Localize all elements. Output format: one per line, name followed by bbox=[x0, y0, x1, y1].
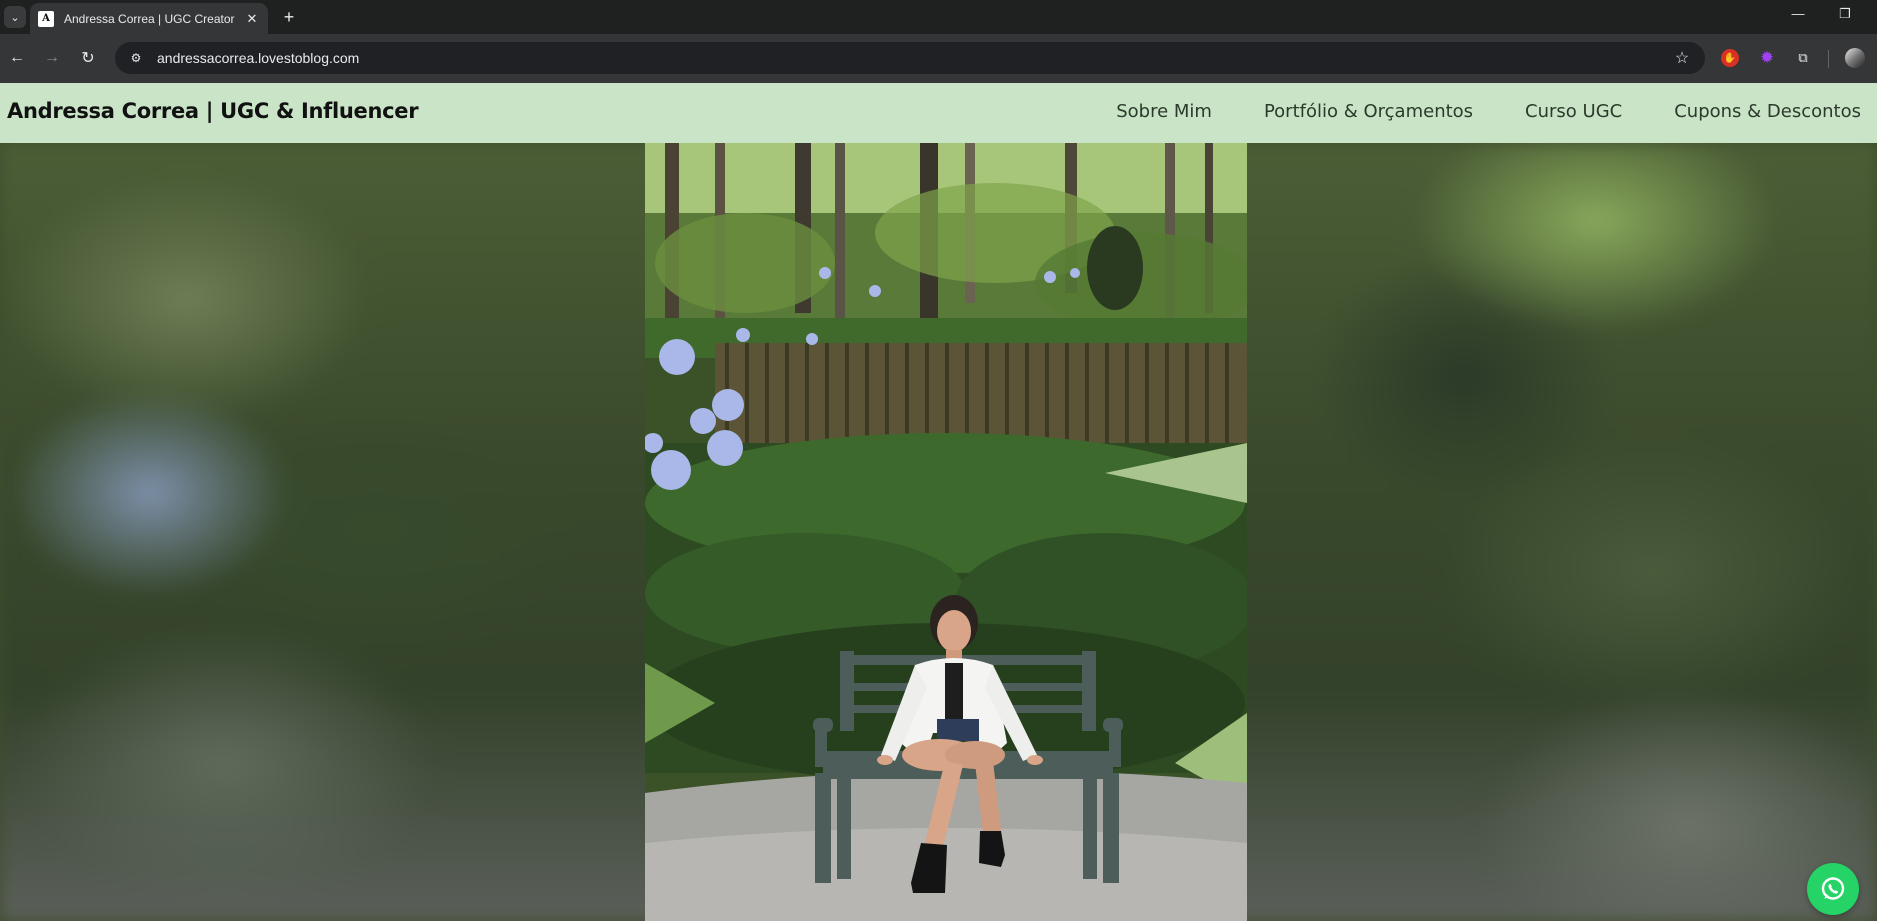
address-bar[interactable]: ⚙ andressacorrea.lovestoblog.com ☆ bbox=[115, 42, 1705, 74]
restore-window-icon[interactable]: ❐ bbox=[1833, 6, 1857, 22]
bookmark-star-icon[interactable]: ☆ bbox=[1667, 48, 1697, 68]
browser-tab[interactable]: A Andressa Correa | UGC Creator ✕ bbox=[30, 3, 268, 34]
hero-section bbox=[0, 143, 1877, 921]
tab-strip: ⌄ A Andressa Correa | UGC Creator ✕ + — … bbox=[0, 0, 1877, 34]
nav-cupons[interactable]: Cupons & Descontos bbox=[1674, 101, 1861, 122]
chevron-down-icon: ⌄ bbox=[10, 11, 20, 24]
close-tab-icon[interactable]: ✕ bbox=[244, 11, 260, 27]
extension-red-hand-icon[interactable]: ✋ bbox=[1721, 49, 1739, 67]
minimize-window-icon[interactable]: — bbox=[1786, 6, 1810, 21]
site-favicon-icon: A bbox=[38, 10, 54, 27]
new-tab-button[interactable]: + bbox=[278, 6, 300, 28]
browser-toolbar: ← → ↻ ⚙ andressacorrea.lovestoblog.com ☆… bbox=[0, 34, 1877, 83]
hero-photo bbox=[645, 143, 1247, 921]
arrow-right-icon: → bbox=[44, 49, 60, 66]
web-page: Andressa Correa | UGC & Influencer Sobre… bbox=[0, 83, 1877, 921]
reload-icon: ↻ bbox=[81, 50, 95, 67]
site-brand[interactable]: Andressa Correa | UGC & Influencer bbox=[7, 99, 419, 123]
arrow-left-icon: ← bbox=[9, 49, 25, 66]
toolbar-divider bbox=[1828, 50, 1829, 68]
forward-button[interactable]: → bbox=[40, 46, 64, 70]
extensions-puzzle-icon[interactable]: ⧉ bbox=[1792, 47, 1814, 69]
whatsapp-button[interactable] bbox=[1807, 863, 1859, 915]
extension-purple-gear-icon[interactable]: ✹ bbox=[1756, 47, 1778, 69]
site-header: Andressa Correa | UGC & Influencer Sobre… bbox=[0, 83, 1877, 143]
nav-curso-ugc[interactable]: Curso UGC bbox=[1525, 101, 1622, 122]
whatsapp-icon bbox=[1821, 877, 1845, 900]
tab-title: Andressa Correa | UGC Creator bbox=[64, 11, 235, 26]
reload-button[interactable]: ↻ bbox=[76, 46, 100, 70]
site-nav: Sobre Mim Portfólio & Orçamentos Curso U… bbox=[1116, 101, 1861, 122]
nav-portfolio[interactable]: Portfólio & Orçamentos bbox=[1264, 101, 1473, 122]
profile-avatar[interactable] bbox=[1845, 48, 1865, 68]
site-info-icon[interactable]: ⚙ bbox=[121, 43, 151, 73]
tab-search-button[interactable]: ⌄ bbox=[4, 6, 26, 28]
nav-sobre-mim[interactable]: Sobre Mim bbox=[1116, 101, 1212, 122]
url-text[interactable]: andressacorrea.lovestoblog.com bbox=[157, 50, 1667, 66]
back-button[interactable]: ← bbox=[5, 46, 29, 70]
